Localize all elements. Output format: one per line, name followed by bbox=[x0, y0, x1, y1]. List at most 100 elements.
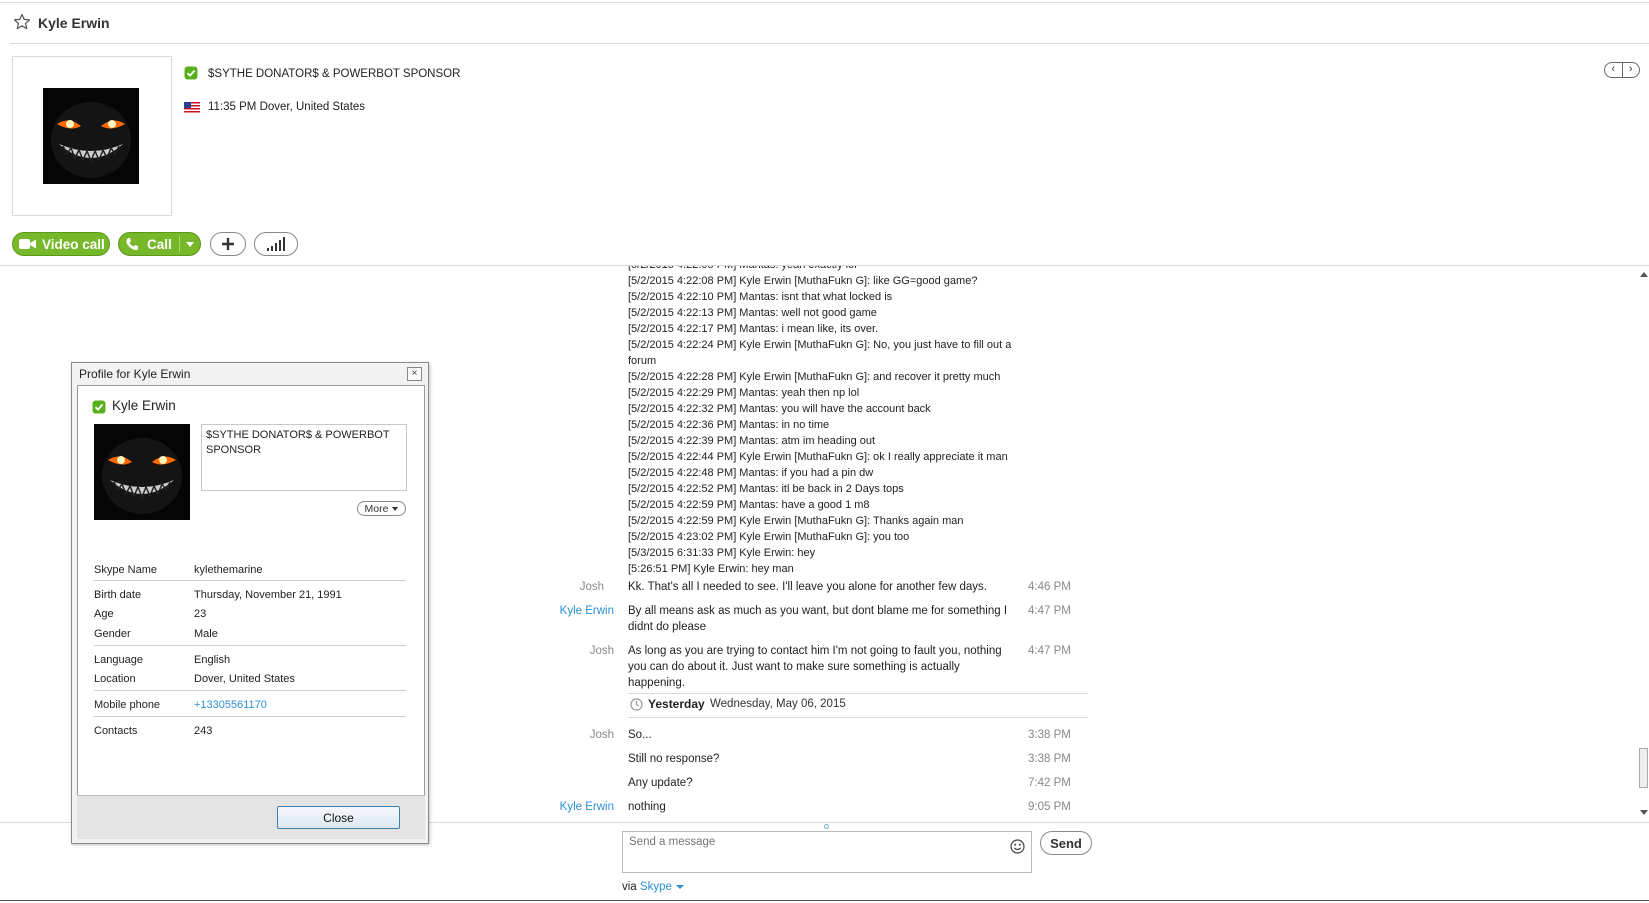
message-sender[interactable]: Kyle Erwin bbox=[560, 799, 614, 815]
field-value: 243 bbox=[194, 725, 213, 737]
field-label: Skype Name bbox=[94, 564, 157, 576]
pasted-log-line: [5/2/2015 4:22:36 PM] Mantas: in no time bbox=[628, 419, 830, 431]
pasted-log-line: [5/2/2015 4:22:29 PM] Mantas: yeah then … bbox=[628, 387, 860, 399]
message-sender[interactable]: Josh bbox=[590, 727, 614, 743]
message-time: 9:05 PM bbox=[1028, 801, 1071, 813]
field-value: Thursday, November 21, 1991 bbox=[194, 589, 342, 601]
online-status-icon bbox=[184, 66, 198, 80]
star-icon[interactable] bbox=[13, 13, 31, 31]
pasted-log-line: [5/2/2015 4:22:44 PM] Kyle Erwin [MuthaF… bbox=[628, 451, 1008, 463]
message-text: Any update? bbox=[628, 777, 693, 789]
pasted-log-line: [5/2/2015 4:22:48 PM] Mantas: if you had… bbox=[628, 467, 874, 479]
field-value: Male bbox=[194, 628, 218, 640]
field-label: Gender bbox=[94, 628, 131, 640]
scroll-down-icon[interactable] bbox=[1640, 810, 1648, 815]
pasted-log-line: [5/2/2015 4:22:39 PM] Mantas: atm im hea… bbox=[628, 435, 876, 447]
pasted-log-line: [5/2/2015 4:22:59 PM] Kyle Erwin [MuthaF… bbox=[628, 515, 964, 527]
message-time: 3:38 PM bbox=[1028, 729, 1071, 741]
local-time-location: 11:35 PM Dover, United States bbox=[208, 101, 366, 113]
message-sender[interactable]: Kyle Erwin bbox=[560, 603, 614, 619]
emoji-icon[interactable] bbox=[1010, 839, 1025, 854]
dialog-title: Profile for Kyle Erwin bbox=[79, 367, 191, 381]
profile-field-gender: Gender Male bbox=[94, 628, 406, 644]
clock-icon bbox=[630, 698, 643, 711]
message-text: As long as you are trying to contact him… bbox=[628, 645, 1002, 689]
field-label: Mobile phone bbox=[94, 699, 161, 711]
via-service-selector[interactable]: Skype bbox=[640, 881, 672, 893]
message-text: nothing bbox=[628, 801, 666, 813]
send-button[interactable]: Send bbox=[1040, 831, 1092, 855]
message-time: 4:47 PM bbox=[1028, 605, 1071, 617]
message-sender[interactable]: Josh bbox=[580, 579, 604, 595]
more-label: More bbox=[364, 502, 389, 515]
mobile-phone-link[interactable]: +13305561170 bbox=[194, 699, 267, 711]
mood-message: $SYTHE DONATOR$ & POWERBOT SPONSOR bbox=[208, 68, 461, 80]
message-sender[interactable]: Josh bbox=[590, 643, 614, 659]
field-label: Language bbox=[94, 654, 143, 666]
pasted-log: [5/2/2015 4:22:05 PM] Mantas: yeah exact… bbox=[628, 266, 1018, 577]
profile-field-skype-name: Skype Name kylethemarine bbox=[94, 564, 406, 580]
scroll-thumb[interactable] bbox=[1639, 748, 1648, 788]
profile-name: Kyle Erwin bbox=[112, 398, 176, 413]
chat-scrollbar[interactable] bbox=[1638, 270, 1649, 820]
close-icon[interactable]: × bbox=[407, 367, 422, 381]
profile-field-contacts: Contacts 243 bbox=[94, 725, 406, 741]
via-label: via bbox=[622, 881, 637, 893]
contact-name-title: Kyle Erwin bbox=[38, 15, 110, 31]
chevron-down-icon bbox=[392, 506, 399, 511]
profile-field-location: Location Dover, United States bbox=[94, 673, 406, 689]
field-value: Dover, United States bbox=[194, 673, 295, 685]
pasted-log-line: [5/2/2015 4:22:05 PM] Mantas: yeah exact… bbox=[628, 266, 1018, 273]
field-label: Location bbox=[94, 673, 136, 685]
message-text: So... bbox=[628, 729, 652, 741]
message-text: Kk. That's all I needed to see. I'll lea… bbox=[628, 581, 987, 593]
prev-contact-button[interactable]: ‹ bbox=[1605, 63, 1622, 77]
avatar bbox=[94, 424, 190, 520]
pasted-log-line: [5/2/2015 4:22:24 PM] Kyle Erwin [MuthaF… bbox=[628, 339, 1015, 367]
phone-icon bbox=[126, 238, 138, 250]
day-label: Yesterday bbox=[648, 697, 705, 711]
pasted-log-line: [5/2/2015 4:22:13 PM] Mantas: well not g… bbox=[628, 307, 877, 319]
pasted-log-line: [5/2/2015 4:22:10 PM] Mantas: isnt that … bbox=[628, 291, 893, 303]
profile-field-birth-date: Birth date Thursday, November 21, 1991 bbox=[94, 589, 406, 605]
scroll-up-icon[interactable] bbox=[1640, 272, 1648, 277]
contact-nav-arrows: ‹ › bbox=[1604, 62, 1640, 78]
date-label: Wednesday, May 06, 2015 bbox=[710, 698, 846, 710]
video-call-button[interactable]: Video call bbox=[12, 232, 110, 256]
us-flag-icon bbox=[184, 102, 200, 113]
profile-field-age: Age 23 bbox=[94, 608, 406, 624]
field-value: 23 bbox=[194, 608, 207, 620]
profile-field-mobile-phone: Mobile phone +13305561170 bbox=[94, 699, 406, 715]
dialog-footer: Close bbox=[77, 795, 425, 839]
profile-dialog: Profile for Kyle Erwin × Kyle Erwin $SYT… bbox=[71, 362, 429, 844]
message-input[interactable] bbox=[629, 836, 989, 848]
more-button[interactable]: More bbox=[357, 501, 406, 516]
profile-mood: $SYTHE DONATOR$ & POWERBOT SPONSOR bbox=[201, 424, 407, 491]
composer-resize-handle[interactable] bbox=[824, 824, 829, 829]
pasted-log-line: [5/2/2015 4:23:02 PM] Kyle Erwin [MuthaF… bbox=[628, 531, 910, 543]
chevron-down-icon[interactable] bbox=[675, 884, 684, 889]
pasted-log-line: [5/2/2015 4:22:08 PM] Kyle Erwin [MuthaF… bbox=[628, 275, 978, 287]
contact-avatar-frame[interactable] bbox=[12, 56, 172, 216]
message-time: 4:46 PM bbox=[1028, 581, 1071, 593]
day-separator: Yesterday Wednesday, May 06, 2015 bbox=[628, 696, 1088, 718]
message-composer bbox=[622, 831, 1032, 873]
pasted-log-line: [5:26:51 PM] Kyle Erwin: hey man bbox=[628, 563, 794, 575]
close-button[interactable]: Close bbox=[277, 806, 400, 829]
pasted-log-line: [5/2/2015 4:22:32 PM] Mantas: you will h… bbox=[628, 403, 931, 415]
call-quality-button[interactable] bbox=[254, 232, 298, 256]
call-label: Call bbox=[147, 236, 172, 252]
add-people-button[interactable] bbox=[210, 232, 246, 256]
video-call-label: Video call bbox=[42, 236, 105, 252]
video-camera-icon bbox=[19, 239, 36, 249]
pasted-log-line: [5/2/2015 4:22:52 PM] Mantas: itl be bac… bbox=[628, 483, 904, 495]
conversation-titlebar: Kyle Erwin bbox=[0, 8, 1649, 44]
chevron-down-icon[interactable] bbox=[186, 242, 194, 247]
call-button[interactable]: Call bbox=[118, 232, 201, 256]
profile-field-language: Language English bbox=[94, 654, 406, 670]
next-contact-button[interactable]: › bbox=[1621, 63, 1640, 77]
avatar bbox=[43, 88, 139, 184]
pasted-log-line: [5/2/2015 4:22:17 PM] Mantas: i mean lik… bbox=[628, 323, 879, 335]
pasted-log-line: [5/2/2015 4:22:28 PM] Kyle Erwin [MuthaF… bbox=[628, 371, 1001, 383]
message-time: 4:47 PM bbox=[1028, 645, 1071, 657]
